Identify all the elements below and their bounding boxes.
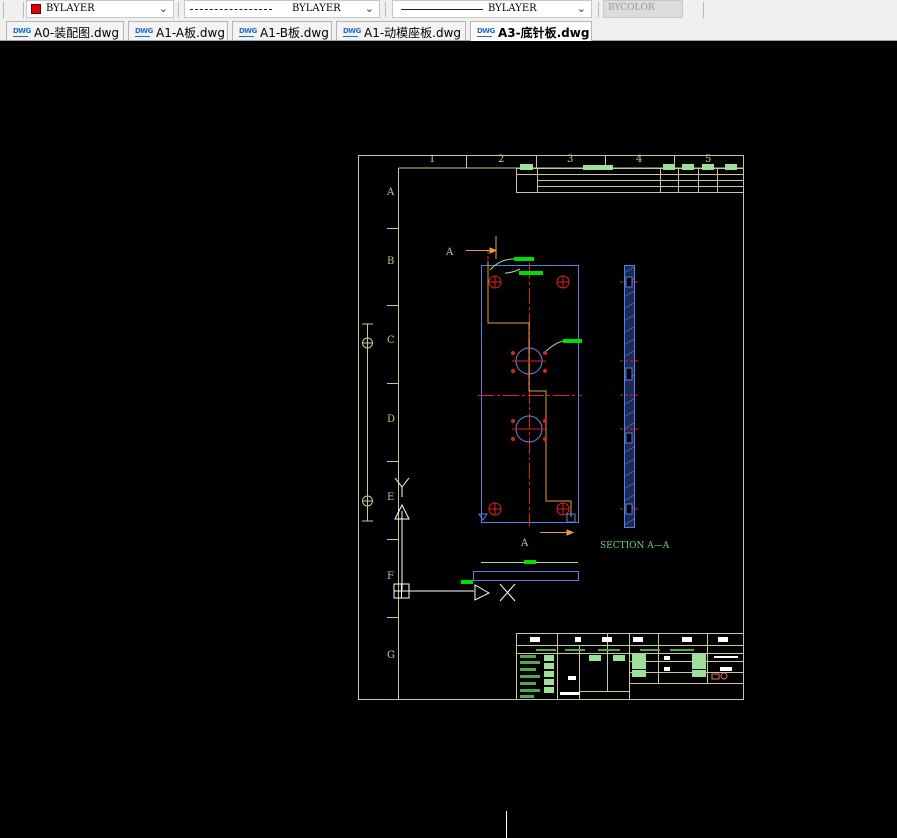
color-dropdown-value: BYLAYER [46,3,95,14]
autocad-file-icon: DWG [343,27,361,37]
tab-a0-assembly[interactable]: DWG A0-装配图.dwg [6,21,124,40]
front-view [466,236,582,536]
plotstyle-dropdown-value: BYCOLOR [608,3,655,13]
column-label: 5 [705,154,712,165]
column-label: 4 [636,154,643,165]
row-label: G [387,650,395,661]
color-dropdown[interactable]: BYLAYER ⌄ [26,0,174,18]
column-label: 3 [567,154,574,165]
column-label: 2 [498,154,505,165]
tab-label: A0-装配图.dwg [34,26,120,40]
tab-label: A1-B板.dwg [260,26,329,40]
file-tab-bar: DWG A0-装配图.dwg DWG A1-A板.dwg DWG A1-B板.d… [0,20,897,41]
row-label: B [387,256,395,267]
toolbar-separator [385,2,386,18]
tab-a1-a-plate[interactable]: DWG A1-A板.dwg [128,21,228,40]
section-marker-label: A [521,538,529,549]
outer-frame [358,155,744,700]
plotstyle-dropdown[interactable]: BYCOLOR [603,0,683,18]
section-outline [624,265,635,528]
dashdot-line-preview [190,9,272,10]
solid-line-preview [401,9,483,10]
row-label: A [387,187,395,198]
row-label: F [387,571,394,582]
chevron-down-icon[interactable]: ⌄ [365,2,374,15]
lineweight-dropdown-value: BYLAYER [488,3,537,14]
lineweight-dropdown[interactable]: BYLAYER ⌄ [392,0,592,18]
section-marker-label: A [446,247,454,258]
tab-a3-ejector-plate[interactable]: DWG A3-底针板.dwg [470,21,592,41]
chevron-down-icon[interactable]: ⌄ [159,2,168,15]
drawing-canvas[interactable]: 1 2 3 4 5 A B C D E F G A A SECTION A—A [0,41,897,838]
chevron-down-icon[interactable]: ⌄ [577,2,586,15]
bottom-view [461,560,579,584]
tab-label: A1-A板.dwg [156,26,225,40]
linetype-dropdown[interactable]: BYLAYER ⌄ [184,0,380,18]
row-label: C [387,335,395,346]
autocad-file-icon: DWG [13,27,31,37]
row-label: D [387,414,396,425]
bottom-view-outline [473,571,579,581]
toolbar-separator [598,2,599,18]
tab-a1-b-plate[interactable]: DWG A1-B板.dwg [232,21,332,40]
toolbar-separator [703,2,704,18]
section-view [620,265,638,528]
column-label: 1 [429,154,436,165]
toolbar-separator [23,2,24,18]
autocad-file-icon: DWG [239,27,257,37]
tab-label: A3-底针板.dwg [498,26,590,40]
row-label: E [387,492,395,503]
autocad-file-icon: DWG [477,27,495,37]
properties-toolbar: BYLAYER ⌄ BYLAYER ⌄ BYLAYER ⌄ BYCOLOR [0,0,897,21]
drawing-svg [358,155,744,838]
color-swatch-icon [31,4,41,14]
section-title: SECTION A—A [600,541,670,551]
ucs-icon [393,477,516,602]
toolbar-separator [3,2,4,18]
linetype-dropdown-value: BYLAYER [292,3,341,14]
tab-a1-moving-clamp-plate[interactable]: DWG A1-动模座板.dwg [336,21,466,40]
autocad-file-icon: DWG [135,27,153,37]
tab-label: A1-动模座板.dwg [364,26,462,40]
toolbar-separator [178,2,179,18]
